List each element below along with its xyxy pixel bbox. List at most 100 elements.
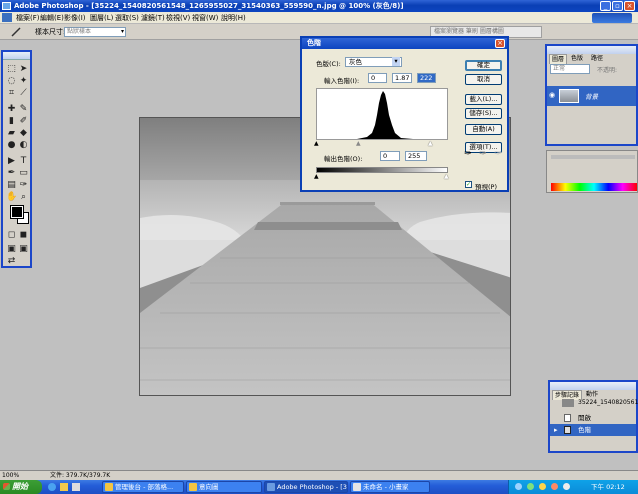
dialog-close-button[interactable]: × [495, 39, 505, 48]
cancel-button[interactable]: 取消 [465, 74, 502, 85]
screen-mode-standard-icon[interactable]: ▣ [6, 244, 17, 254]
white-eyedropper-icon[interactable]: ✑ [493, 148, 503, 160]
zoom-tool-icon[interactable]: ⌕ [18, 192, 29, 202]
jump-to-imageready-icon[interactable]: ⇄ [6, 256, 17, 266]
auto-button[interactable]: 自動(A) [465, 124, 502, 135]
messenger-icon[interactable] [551, 483, 558, 490]
color-spectrum-bar[interactable] [551, 183, 637, 191]
history-state-slider-icon[interactable]: ▸ [554, 424, 558, 436]
toolbox-header[interactable] [3, 52, 30, 60]
standard-mode-icon[interactable]: ◻ [6, 230, 17, 240]
folder-icon [189, 483, 197, 491]
network-icon[interactable] [515, 483, 522, 490]
folder-quicklaunch-icon[interactable] [60, 483, 68, 491]
menu-view[interactable]: 檢視(V) [166, 12, 190, 24]
lasso-tool-icon[interactable]: ◌ [6, 76, 17, 86]
preview-checkbox[interactable]: ✓ [465, 181, 472, 188]
task-paint[interactable]: 未命名 - 小畫家 [350, 481, 430, 493]
ok-button[interactable]: 確定 [465, 60, 502, 71]
menu-file[interactable]: 檔案(F) [16, 12, 40, 24]
shape-tool-icon[interactable]: ▭ [18, 168, 29, 178]
channel-select[interactable]: 灰色 [345, 57, 402, 67]
menu-layer[interactable]: 圖層(L) [90, 12, 113, 24]
type-tool-icon[interactable]: T [18, 156, 29, 166]
menu-image[interactable]: 影像(I) [64, 12, 86, 24]
task-blog-admin[interactable]: 管理後台 - 部落格... [102, 481, 184, 493]
output-black-field[interactable]: 0 [380, 151, 400, 161]
restore-button[interactable]: ▫ [612, 1, 623, 11]
history-snapshot[interactable]: 35224_1540820561548... [550, 397, 638, 409]
document-size: 文件: 379.7K/379.7K [50, 472, 111, 479]
menu-filter[interactable]: 濾鏡(T) [141, 12, 165, 24]
adobe-online-icon[interactable] [592, 13, 632, 23]
gray-eyedropper-icon[interactable]: ✑ [478, 148, 488, 160]
security-icon[interactable] [527, 483, 534, 490]
ime-icon[interactable] [563, 483, 570, 490]
title-bar: Adobe Photoshop - [35224_1540820561548_1… [0, 0, 638, 12]
zoom-level[interactable]: 100% [2, 471, 19, 480]
screen-mode-full-icon[interactable]: ▣ [18, 244, 29, 254]
load-button[interactable]: 載入(L)... [465, 94, 502, 105]
marquee-tool-icon[interactable]: ⬚ [6, 64, 17, 74]
output-white-field[interactable]: 255 [405, 151, 427, 161]
tab-paths[interactable]: 路徑 [589, 54, 605, 63]
input-gamma-field[interactable]: 1.87 [392, 73, 412, 83]
eyedropper-icon[interactable]: ✑ [18, 180, 29, 190]
crop-tool-icon[interactable]: ⌗ [6, 88, 17, 98]
save-button[interactable]: 儲存(S)... [465, 108, 502, 119]
bucket-tool-icon[interactable]: ◆ [18, 128, 29, 138]
dodge-tool-icon[interactable]: ◐ [18, 140, 29, 150]
minimize-button[interactable]: _ [600, 1, 611, 11]
color-slider-track[interactable] [551, 155, 635, 159]
eyedropper-tool-icon[interactable] [10, 27, 22, 37]
input-black-slider[interactable]: ▲ [314, 141, 319, 147]
magic-wand-icon[interactable]: ✦ [18, 76, 29, 86]
path-select-icon[interactable]: ▶ [6, 156, 17, 166]
menu-window[interactable]: 視窗(W) [192, 12, 218, 24]
task-images-folder[interactable]: 意向圖 [186, 481, 262, 493]
pen-tool-icon[interactable]: ✒ [6, 168, 17, 178]
notes-tool-icon[interactable]: ▤ [6, 180, 17, 190]
history-item-levels[interactable]: ▸ 色階 [550, 424, 636, 436]
healing-brush-icon[interactable]: ✚ [6, 104, 17, 114]
foreground-color-swatch[interactable] [10, 205, 24, 219]
menu-help[interactable]: 說明(H) [221, 12, 246, 24]
move-tool-icon[interactable]: ➤ [18, 64, 29, 74]
history-palette-header[interactable] [550, 382, 636, 390]
volume-icon[interactable] [539, 483, 546, 490]
slice-tool-icon[interactable]: ⟋ [18, 88, 29, 98]
photoshop-task-icon [267, 483, 275, 491]
desktop-quicklaunch-icon[interactable] [72, 483, 80, 491]
stamp-tool-icon[interactable]: ▮ [6, 116, 17, 126]
input-white-field[interactable]: 222 [417, 73, 436, 83]
levels-dialog: 色階 × 色版(C): 灰色 輸入色階(I): 0 1.87 222 ▲ ▲ ▲… [300, 36, 509, 192]
input-black-field[interactable]: 0 [368, 73, 387, 83]
task-photoshop[interactable]: Adobe Photoshop - [3... [264, 481, 348, 493]
sample-size-dropdown[interactable]: 點狀樣本 [64, 27, 126, 37]
layer-row-background[interactable]: ◉ 背景 [547, 86, 636, 106]
menu-edit[interactable]: 編輯(E) [40, 12, 64, 24]
black-eyedropper-icon[interactable]: ✑ [463, 148, 473, 160]
history-brush-icon[interactable]: ✐ [18, 116, 29, 126]
blend-mode-select[interactable]: 正常 [550, 64, 590, 74]
close-button[interactable]: × [624, 1, 635, 11]
output-white-slider[interactable]: ▲ [444, 174, 449, 180]
tab-channels[interactable]: 色版 [569, 54, 585, 63]
input-white-slider[interactable]: ▲ [428, 141, 433, 147]
input-gamma-slider[interactable]: ▲ [356, 141, 361, 147]
levels-dialog-title[interactable]: 色階 [302, 38, 507, 49]
layers-palette-header[interactable] [547, 46, 636, 54]
eye-visibility-icon[interactable]: ◉ [549, 91, 555, 99]
hand-tool-icon[interactable]: ✋ [6, 192, 17, 202]
blur-tool-icon[interactable]: ● [6, 140, 17, 150]
start-button[interactable]: 開始 [0, 480, 42, 494]
tab-layers[interactable]: 圖層 [549, 54, 568, 64]
output-black-slider[interactable]: ▲ [314, 174, 319, 180]
ie-quicklaunch-icon[interactable] [48, 483, 56, 491]
quick-mask-icon[interactable]: ◼ [18, 230, 29, 240]
history-item-open[interactable]: 開啟 [550, 412, 636, 424]
eraser-tool-icon[interactable]: ▰ [6, 128, 17, 138]
clock[interactable]: 下午 02:12 [591, 480, 625, 494]
brush-tool-icon[interactable]: ✎ [18, 104, 29, 114]
menu-select[interactable]: 選取(S) [115, 12, 139, 24]
